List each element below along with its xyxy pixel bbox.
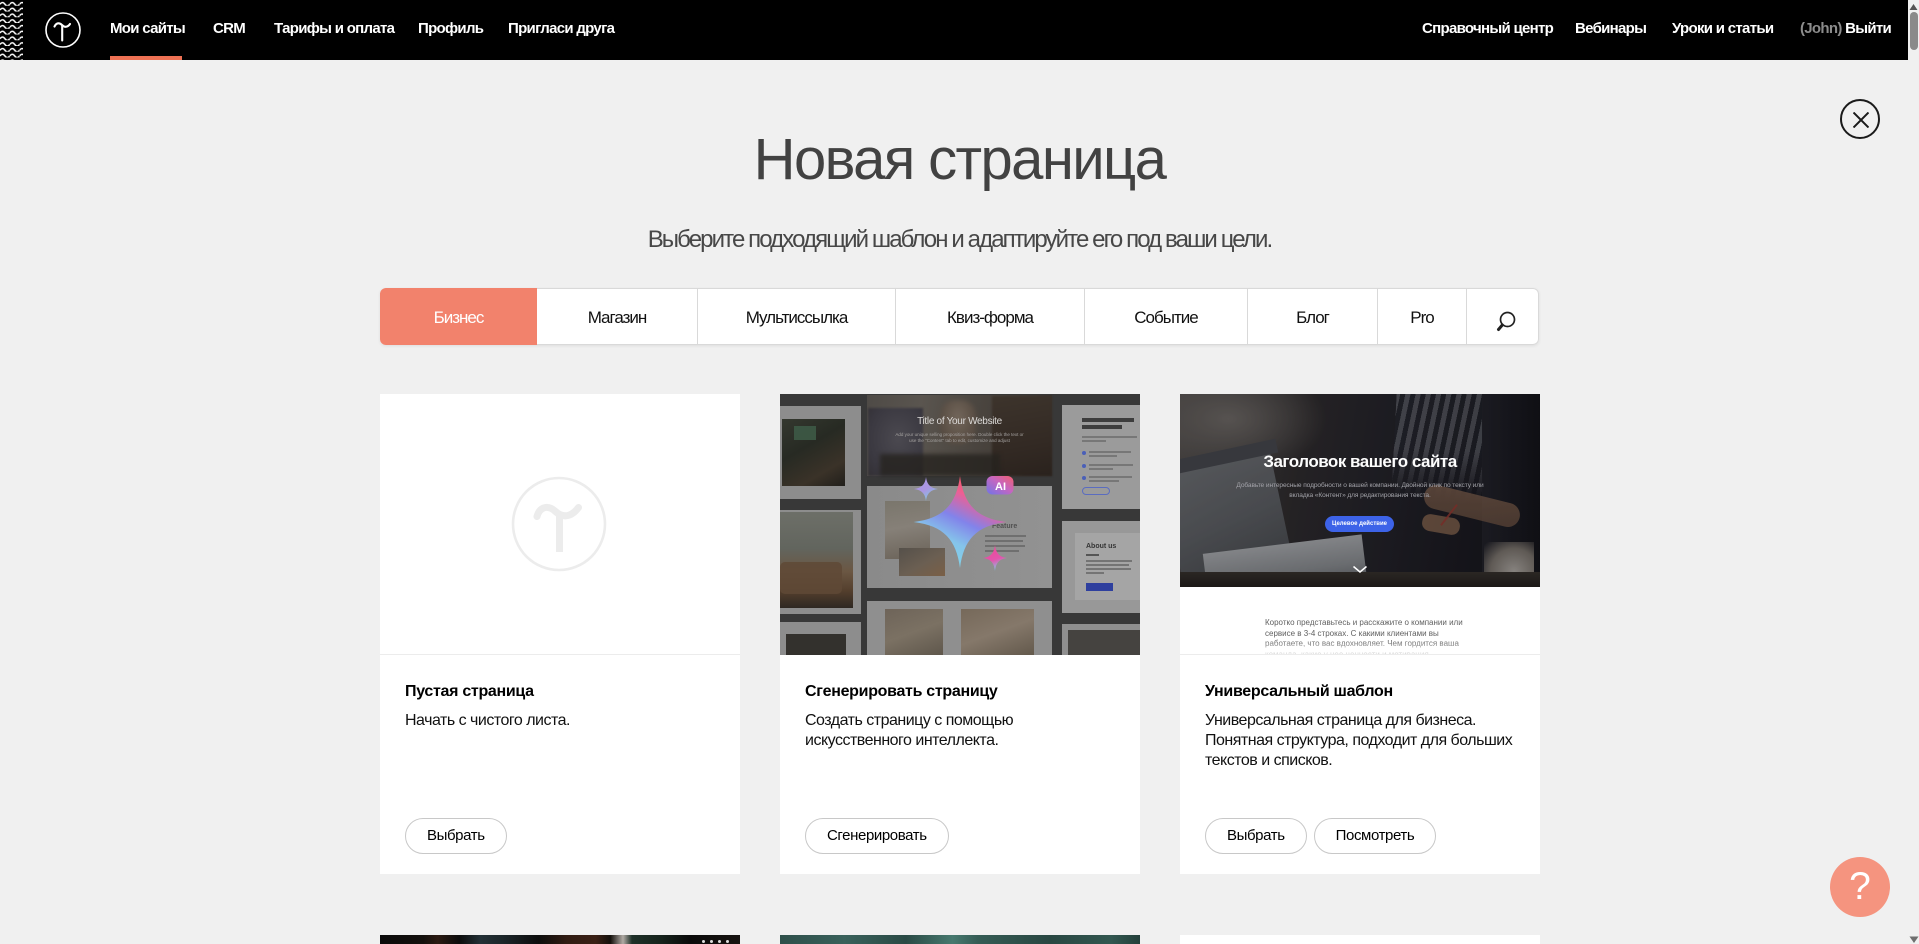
svg-text:AI: AI [995, 481, 1006, 493]
